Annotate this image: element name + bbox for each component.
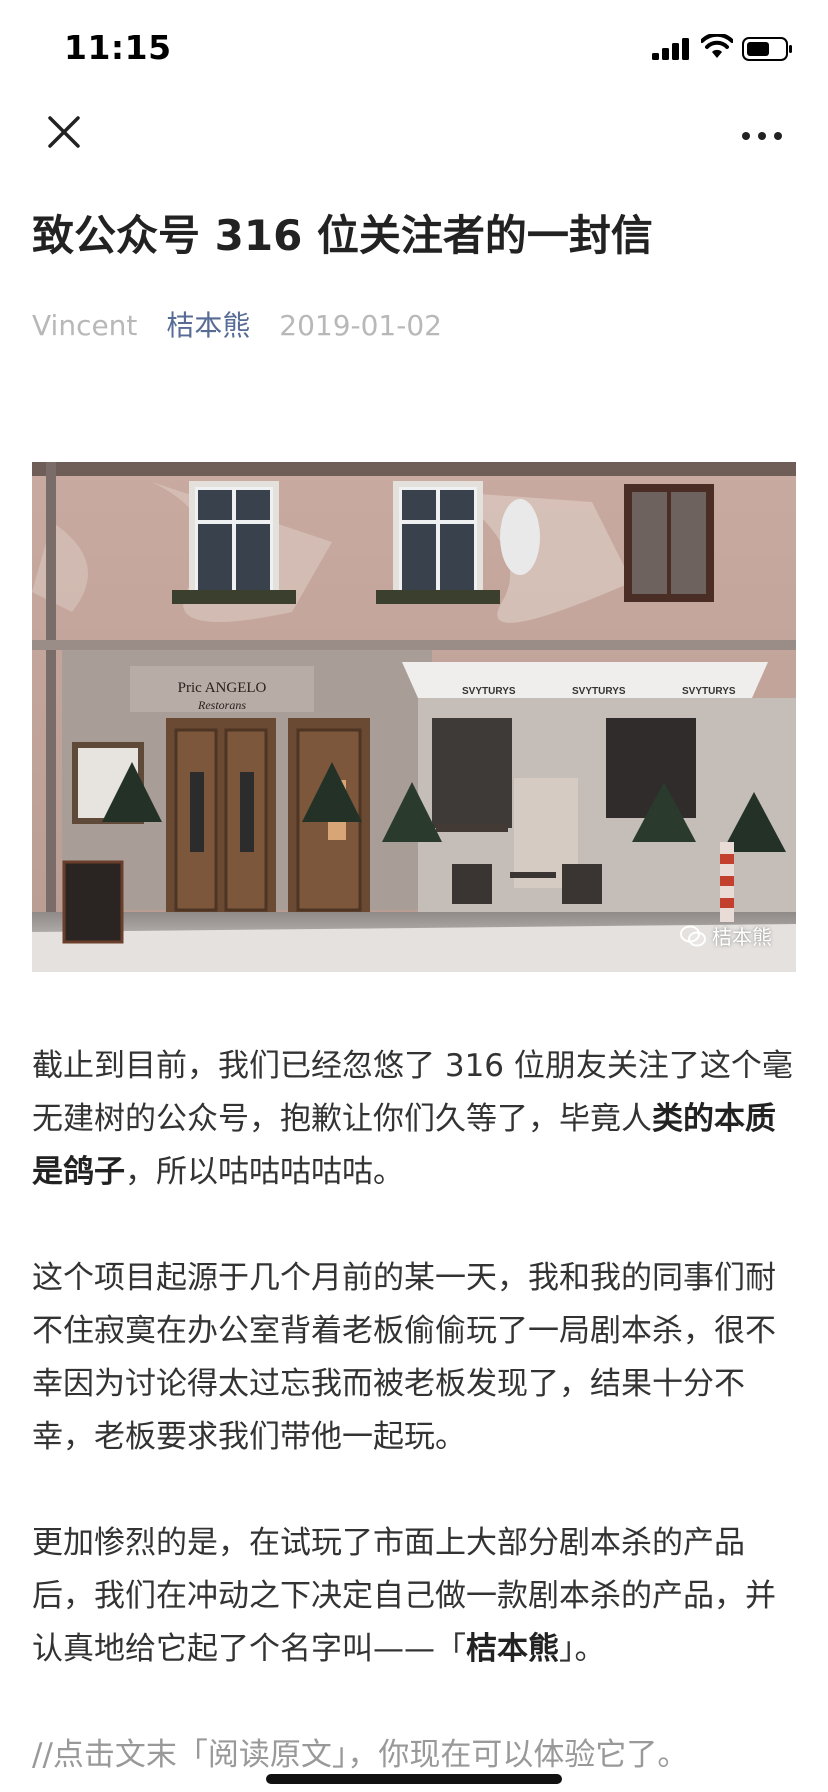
cover-photo: Pric ANGELO Restorans SVYTURYS SVYTURYS … [32,462,796,972]
article-body: 截止到目前，我们已经忽悠了 316 位朋友关注了这个毫无建树的公众号，抱歉让你们… [32,1040,802,1782]
battery-icon [742,37,792,61]
awning-text-3: SVYTURYS [682,686,736,697]
awning-text-2: SVYTURYS [572,686,626,697]
status-time: 11:15 [64,28,172,67]
author-name: Vincent [32,309,138,342]
account-name-link[interactable]: 桔本熊 [166,309,250,342]
paragraph-2: 这个项目起源于几个月前的某一天，我和我的同事们耐不住寂寞在办公室背着老板偷偷玩了… [32,1260,776,1455]
article-meta: Vincent 桔本熊 2019-01-02 [32,304,462,344]
nav-bar [0,96,828,168]
cover-watermark: 桔本熊 [680,921,772,950]
paragraph-3: 更加惨烈的是，在试玩了市面上大部分剧本杀的产品后，我们在冲动之下决定自己做一款剧… [32,1517,802,1676]
close-button[interactable] [36,110,92,166]
awning-text-1: SVYTURYS [462,686,516,697]
publish-date: 2019-01-02 [279,309,442,342]
more-button[interactable] [732,114,792,162]
article-title: 致公众号 316 位关注者的一封信 [32,211,653,260]
cover-sign-text: Pric ANGELO [178,680,267,696]
paragraph-3-bold: 桔本熊 [466,1631,559,1667]
cover-sign-subtext: Restorans [197,698,246,712]
wechat-icon [680,925,706,946]
wifi-icon [701,34,733,58]
paragraph-3-text-a: 更加惨烈的是，在试玩了市面上大部分剧本杀的产品后，我们在冲动之下决定自己做一款剧… [32,1525,776,1667]
signal-icon [652,38,689,60]
paragraph-1-text-c: ，所以咕咕咕咕咕。 [125,1154,404,1190]
more-icon [742,132,782,140]
close-icon [48,116,80,148]
paragraph-1: 截止到目前，我们已经忽悠了 316 位朋友关注了这个毫无建树的公众号，抱歉让你们… [32,1040,802,1199]
paragraph-3-text-c: 」。 [559,1631,606,1667]
storefront-illustration: Pric ANGELO Restorans SVYTURYS SVYTURYS … [32,462,796,972]
status-bar: 11:15 [0,0,828,96]
watermark-text: 桔本熊 [712,925,772,949]
home-indicator[interactable] [266,1774,562,1784]
